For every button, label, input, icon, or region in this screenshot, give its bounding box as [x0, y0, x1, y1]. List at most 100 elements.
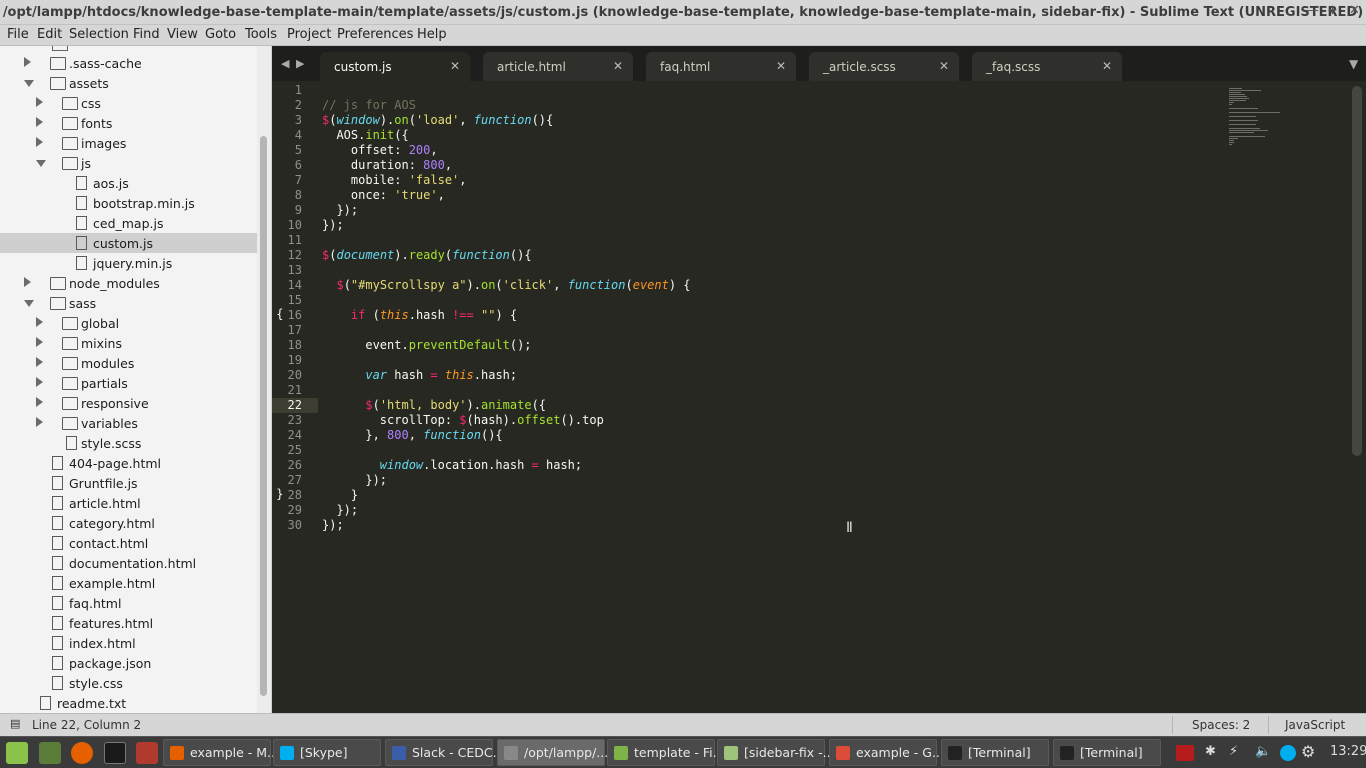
app-launcher-icon[interactable] [136, 742, 158, 764]
code-line[interactable]: }); [322, 503, 358, 518]
taskbar-window-button[interactable]: Slack - CEDC... [385, 739, 505, 766]
menu-selection[interactable]: Selection [69, 27, 129, 42]
sidebar-file[interactable]: ced_map.js [0, 213, 257, 233]
menu-view[interactable]: View [167, 27, 198, 42]
sidebar-folder[interactable]: .sass-cache [0, 53, 257, 73]
editor-scrollbar-thumb[interactable] [1352, 86, 1362, 456]
tab-right-arrow-icon[interactable]: ▶ [296, 57, 304, 70]
code-line[interactable]: scrollTop: $(hash).offset().top [322, 413, 604, 428]
sidebar-folder[interactable]: fonts [0, 113, 257, 133]
taskbar-window-button[interactable]: [sidebar-fix -... [717, 739, 835, 766]
sidebar-folder[interactable]: responsive [0, 393, 257, 413]
chevron-right-icon[interactable] [36, 137, 43, 147]
sidebar-file[interactable]: category.html [0, 513, 257, 533]
sidebar-file[interactable]: Gruntfile.js [0, 473, 257, 493]
show-desktop-icon[interactable] [39, 742, 61, 764]
tab-close-icon[interactable]: ✕ [1102, 59, 1112, 73]
taskbar-window-button[interactable]: [Skype] [273, 739, 381, 766]
code-line[interactable]: $(window).on('load', function(){ [322, 113, 553, 128]
code-line[interactable]: }); [322, 473, 387, 488]
sidebar-file[interactable]: example.html [0, 573, 257, 593]
sidebar-file[interactable]: features.html [0, 613, 257, 633]
code-line[interactable]: $(document).ready(function(){ [322, 248, 532, 263]
code-line[interactable]: }); [322, 518, 344, 533]
menu-edit[interactable]: Edit [37, 27, 62, 42]
code-line[interactable]: event.preventDefault(); [322, 338, 531, 353]
code-line[interactable]: window.location.hash = hash; [322, 458, 582, 473]
mint-menu-icon[interactable] [6, 742, 28, 764]
code-line[interactable]: if (this.hash !== "") { [322, 308, 517, 323]
firefox-launcher-icon[interactable] [71, 742, 93, 764]
code-line[interactable]: // js for AOS [322, 98, 416, 113]
sidebar-file[interactable]: contact.html [0, 533, 257, 553]
menu-help[interactable]: Help [417, 27, 447, 42]
tab-overflow-menu-icon[interactable]: ▼ [1349, 57, 1358, 71]
taskbar-window-button[interactable]: /opt/lampp/... [497, 739, 608, 766]
chevron-right-icon[interactable] [36, 97, 43, 107]
syntax-setting[interactable]: JavaScript [1285, 718, 1345, 732]
editor-tab[interactable]: _article.scss ✕ [809, 52, 959, 81]
code-line[interactable]: var hash = this.hash; [322, 368, 517, 383]
chevron-right-icon[interactable] [24, 277, 31, 287]
sidebar-file[interactable]: aos.js [0, 173, 257, 193]
menu-file[interactable]: File [7, 27, 29, 42]
code-line[interactable]: }); [322, 203, 358, 218]
settings-gear-icon[interactable]: ⚙ [1301, 742, 1315, 761]
sidebar-file[interactable]: 404-page.html [0, 453, 257, 473]
chevron-right-icon[interactable] [36, 357, 43, 367]
chevron-right-icon[interactable] [36, 397, 43, 407]
chevron-right-icon[interactable] [36, 377, 43, 387]
sidebar-folder[interactable]: images [0, 133, 257, 153]
skype-tray-icon[interactable] [1280, 745, 1296, 761]
sidebar-file[interactable]: custom.js [0, 233, 257, 253]
code-line[interactable]: offset: 200, [322, 143, 438, 158]
sidebar-folder[interactable]: css [0, 93, 257, 113]
taskbar-window-button[interactable]: example - G... [829, 739, 944, 766]
sidebar-folder[interactable]: partials [0, 373, 257, 393]
close-icon[interactable]: ✕ [1349, 3, 1360, 18]
code-line[interactable]: }); [322, 218, 344, 233]
tab-close-icon[interactable]: ✕ [450, 59, 460, 73]
menu-project[interactable]: Project [287, 27, 331, 42]
chevron-down-icon[interactable] [36, 160, 46, 167]
sidebar-folder[interactable]: assets [0, 73, 257, 93]
code-line[interactable]: $("#myScrollspy a").on('click', function… [322, 278, 690, 293]
code-line[interactable]: } [322, 488, 358, 503]
sidebar-folder[interactable]: modules [0, 353, 257, 373]
clock[interactable]: 13:29 [1330, 744, 1366, 759]
chevron-down-icon[interactable] [24, 300, 34, 307]
chevron-right-icon[interactable] [24, 57, 31, 67]
menu-tools[interactable]: Tools [245, 27, 277, 42]
sidebar-folder[interactable]: js [0, 153, 257, 173]
tab-close-icon[interactable]: ✕ [939, 59, 949, 73]
terminal-launcher-icon[interactable] [104, 742, 126, 764]
sidebar-folder[interactable]: variables [0, 413, 257, 433]
sidebar-file[interactable]: index.html [0, 633, 257, 653]
sidebar-file[interactable]: readme.txt [0, 693, 257, 713]
tray-app-icon[interactable] [1176, 745, 1194, 761]
taskbar-window-button[interactable]: example - M... [163, 739, 279, 766]
tab-close-icon[interactable]: ✕ [613, 59, 623, 73]
editor-tab[interactable]: article.html ✕ [483, 52, 633, 81]
code-line[interactable]: AOS.init({ [322, 128, 408, 143]
code-line[interactable]: duration: 800, [322, 158, 452, 173]
sidebar-folder[interactable]: global [0, 313, 257, 333]
editor-tab[interactable]: faq.html ✕ [646, 52, 796, 81]
maximize-icon[interactable]: + [1327, 3, 1338, 18]
bluetooth-icon[interactable]: ✱ [1205, 744, 1216, 759]
sidebar-scrollbar[interactable] [257, 46, 272, 713]
sidebar-folder[interactable]: sass [0, 293, 257, 313]
sidebar-file[interactable]: documentation.html [0, 553, 257, 573]
menu-find[interactable]: Find [133, 27, 160, 42]
tab-close-icon[interactable]: ✕ [776, 59, 786, 73]
menu-goto[interactable]: Goto [205, 27, 236, 42]
cursor-position[interactable]: Line 22, Column 2 [32, 718, 141, 732]
chevron-right-icon[interactable] [36, 317, 43, 327]
minimize-icon[interactable]: — [1306, 3, 1319, 18]
indentation-setting[interactable]: Spaces: 2 [1192, 718, 1250, 732]
tab-left-arrow-icon[interactable]: ◀ [281, 57, 289, 70]
chevron-right-icon[interactable] [36, 417, 43, 427]
sidebar-file[interactable]: bootstrap.min.js [0, 193, 257, 213]
sidebar-file[interactable]: style.css [0, 673, 257, 693]
code-line[interactable]: once: 'true', [322, 188, 445, 203]
